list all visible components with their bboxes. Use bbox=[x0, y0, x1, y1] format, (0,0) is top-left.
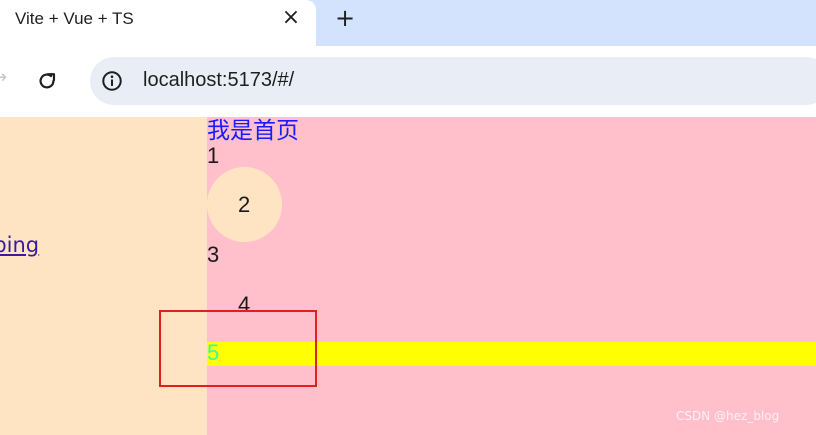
watermark: CSDN @hez_blog bbox=[676, 409, 780, 423]
sidebar-link-shopping[interactable]: pping bbox=[0, 233, 39, 257]
forward-arrow-icon[interactable]: → bbox=[0, 68, 7, 88]
plus-icon[interactable]: + bbox=[333, 5, 357, 31]
page-content: pping ct 我是首页 1 2 3 4 5 CSDN @hez_blog bbox=[0, 117, 816, 435]
url-text[interactable]: localhost:5173/#/ bbox=[143, 69, 294, 92]
reload-icon[interactable] bbox=[36, 70, 58, 92]
main-content: 我是首页 1 2 3 4 5 bbox=[207, 117, 816, 435]
page-title: 我是首页 bbox=[207, 118, 299, 144]
close-icon[interactable]: × bbox=[281, 7, 301, 29]
tab-strip: / Vite + Vue + TS × + bbox=[0, 0, 816, 46]
info-icon[interactable] bbox=[101, 70, 123, 92]
sidebar: pping ct bbox=[0, 117, 207, 435]
annotation-highlight-box bbox=[159, 310, 317, 387]
browser-toolbar: → localhost:5173/#/ bbox=[0, 46, 816, 163]
list-item-3: 3 bbox=[207, 242, 220, 267]
address-bar[interactable]: localhost:5173/#/ bbox=[90, 57, 816, 105]
browser-tab[interactable]: / Vite + Vue + TS × bbox=[0, 0, 316, 46]
list-item-2: 2 bbox=[238, 192, 251, 217]
list-item-1: 1 bbox=[207, 143, 220, 168]
tab-title: Vite + Vue + TS bbox=[15, 9, 134, 28]
